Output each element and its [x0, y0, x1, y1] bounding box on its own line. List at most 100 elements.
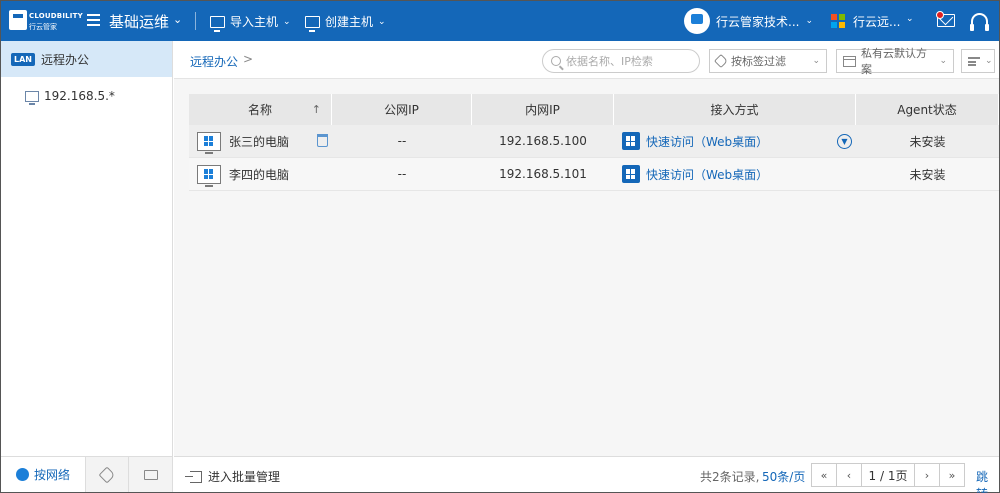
jump-button[interactable]: 跳转: [976, 468, 999, 493]
top-bar: CLOUDBILITY 行云管家 基础运维 ⌄ 导入主机 ⌄ 创建主机 ⌄ 行云…: [1, 1, 999, 41]
sort-menu-button[interactable]: ⌄: [961, 49, 995, 73]
access-cell: 快速访问（Web桌面） ▼: [614, 125, 856, 157]
globe-icon: [15, 468, 29, 481]
tab-by-folder[interactable]: [129, 457, 172, 492]
lan-badge: LAN: [11, 52, 35, 66]
tag-filter-select[interactable]: 按标签过滤 ⌄: [709, 49, 827, 73]
first-page-button[interactable]: «: [811, 463, 837, 487]
cloudbility-logo[interactable]: CLOUDBILITY 行云管家: [7, 7, 83, 35]
sort-icon: [968, 56, 980, 66]
logo-text-en: CLOUDBILITY: [29, 12, 83, 20]
import-host-label: 导入主机: [230, 15, 279, 29]
scheme-label: 私有云默认方案: [861, 47, 927, 76]
quick-access-link[interactable]: 快速访问（Web桌面）: [646, 133, 768, 150]
chevron-down-icon: ⌄: [805, 16, 813, 26]
tag-icon: [98, 466, 116, 483]
private-ip-cell: 192.168.5.101: [499, 167, 587, 181]
search-box[interactable]: [542, 49, 700, 73]
table-icon: [843, 55, 856, 67]
chevron-down-icon: ⌄: [378, 16, 386, 27]
quick-access-link[interactable]: 快速访问（Web桌面）: [646, 166, 768, 183]
create-monitor-icon: [305, 15, 320, 32]
windows-host-icon: [197, 164, 221, 187]
tab-by-network[interactable]: 按网络: [1, 457, 86, 492]
host-table: 名称 ↑ 公网IP 内网IP 接入方式 Agent状态 张三的电脑 -- 192…: [189, 94, 999, 191]
sidebar-item-label: 192.168.5.*: [44, 89, 115, 103]
table-row[interactable]: 张三的电脑 -- 192.168.5.100 快速访问（Web桌面） ▼ 未安装: [189, 125, 999, 158]
last-page-button[interactable]: »: [939, 463, 965, 487]
column-agent-status: Agent状态: [856, 94, 999, 125]
org-switcher[interactable]: 行云远...: [853, 13, 900, 30]
tag-icon: [713, 53, 729, 69]
tag-filter-label: 按标签过滤: [731, 55, 786, 68]
headset-icon[interactable]: [970, 13, 989, 31]
windows-host-icon: [197, 131, 221, 154]
table-header: 名称 ↑ 公网IP 内网IP 接入方式 Agent状态: [189, 94, 999, 125]
chevron-down-icon[interactable]: ⌄: [173, 13, 182, 26]
logo-mark-icon: [9, 10, 27, 30]
column-access: 接入方式: [614, 94, 856, 125]
divider: [195, 12, 196, 30]
bottom-bar: 进入批量管理 共2条记录, 50条/页 « ‹ 1 / 1页 › » 跳转: [174, 456, 999, 493]
chevron-down-circle-icon[interactable]: ▼: [837, 134, 852, 149]
chevron-down-icon: ⌄: [812, 56, 820, 66]
chevron-down-icon: ⌄: [985, 56, 993, 66]
column-name[interactable]: 名称 ↑: [189, 94, 332, 125]
sidebar-root-label: 远程办公: [40, 52, 89, 67]
breadcrumb[interactable]: 远程办公: [190, 53, 238, 70]
page-indicator: 1 / 1页: [861, 463, 915, 487]
search-icon: [551, 56, 561, 66]
next-page-button[interactable]: ›: [914, 463, 940, 487]
chevron-down-icon[interactable]: ⌄: [906, 14, 914, 24]
host-name-cell[interactable]: 李四的电脑: [189, 158, 332, 190]
batch-manage-label: 进入批量管理: [208, 470, 281, 484]
column-public-ip[interactable]: 公网IP: [332, 94, 472, 125]
folder-icon: [143, 469, 158, 480]
page-size-select[interactable]: 50条/页: [762, 468, 805, 485]
column-private-ip[interactable]: 内网IP: [472, 94, 614, 125]
sidebar-tabs: 按网络: [1, 456, 172, 492]
public-ip-cell: --: [397, 134, 407, 148]
host-name[interactable]: 张三的电脑: [229, 133, 289, 150]
tenant-switcher[interactable]: 行云管家技术... ⌄: [684, 8, 813, 34]
trash-icon[interactable]: [317, 134, 328, 147]
public-ip-cell: --: [397, 167, 407, 181]
create-host-label: 创建主机: [325, 15, 374, 29]
agent-status-cell: 未安装: [909, 167, 946, 182]
host-name[interactable]: 李四的电脑: [229, 166, 289, 183]
sidebar-item-remote-office[interactable]: LAN 远程办公: [1, 41, 172, 77]
monitor-icon: [25, 90, 39, 105]
import-host-button[interactable]: 导入主机 ⌄: [210, 13, 291, 32]
main-panel: 远程办公 > 按标签过滤 ⌄ 私有云默认方案 ⌄ ⌄ 名称 ↑ 公网IP: [174, 41, 999, 493]
sort-ascending-icon[interactable]: ↑: [312, 103, 321, 116]
chevron-down-icon: ⌄: [283, 16, 291, 27]
search-input[interactable]: [566, 54, 696, 68]
host-name-cell[interactable]: 张三的电脑: [189, 125, 332, 157]
tenant-avatar: [684, 8, 710, 34]
agent-status-cell: 未安装: [909, 134, 946, 149]
microsoft-logo-icon: [831, 14, 845, 28]
enter-icon: [185, 470, 202, 483]
tab-by-tag[interactable]: [86, 457, 129, 492]
batch-manage-button[interactable]: 进入批量管理: [185, 468, 281, 485]
web-desktop-icon: [622, 165, 640, 183]
pagination: « ‹ 1 / 1页 › »: [811, 463, 965, 487]
notification-dot: [936, 11, 944, 19]
web-desktop-icon: [622, 132, 640, 150]
record-count: 共2条记录,: [700, 470, 760, 484]
tab-by-network-label: 按网络: [33, 468, 70, 482]
tenant-name: 行云管家技术...: [716, 14, 800, 29]
sidebar-item-subnet[interactable]: 192.168.5.*: [25, 89, 115, 105]
prev-page-button[interactable]: ‹: [836, 463, 862, 487]
chevron-down-icon: ⌄: [939, 56, 947, 66]
menu-icon[interactable]: [87, 14, 100, 26]
module-title[interactable]: 基础运维: [109, 11, 169, 32]
table-row[interactable]: 李四的电脑 -- 192.168.5.101 快速访问（Web桌面） 未安装: [189, 158, 999, 191]
scheme-select[interactable]: 私有云默认方案 ⌄: [836, 47, 954, 76]
import-monitor-icon: [210, 15, 225, 32]
breadcrumb-separator: >: [243, 52, 254, 66]
logo-text-cn: 行云管家: [29, 23, 57, 31]
sidebar: LAN 远程办公 192.168.5.* 按网络: [1, 41, 173, 492]
create-host-button[interactable]: 创建主机 ⌄: [305, 13, 386, 32]
access-cell: 快速访问（Web桌面）: [614, 158, 856, 190]
